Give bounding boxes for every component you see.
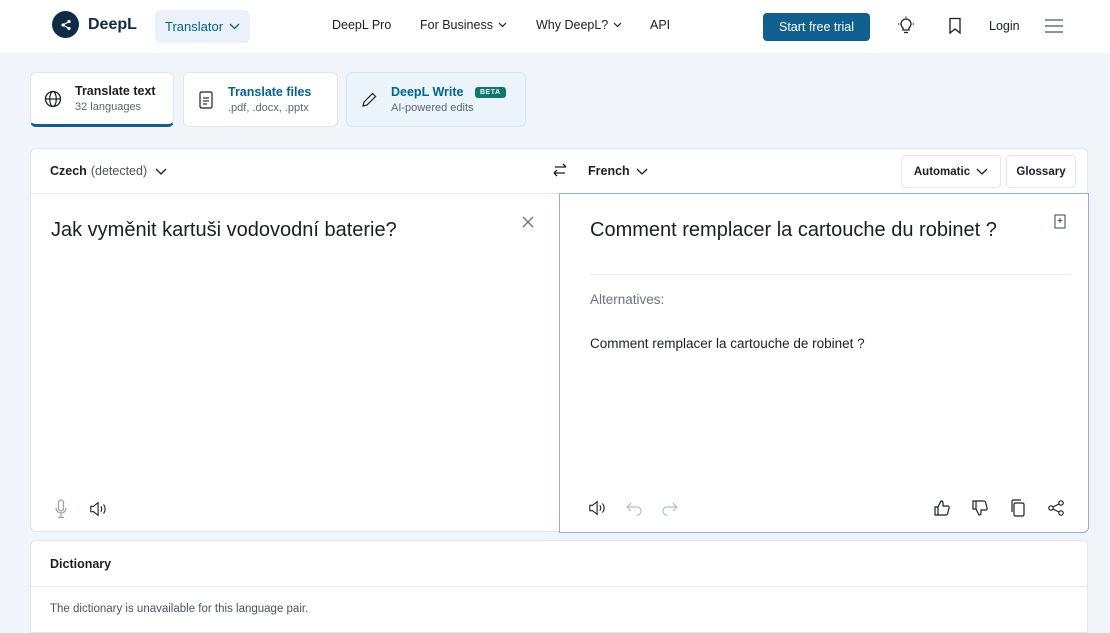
alternatives-label: Alternatives: (590, 292, 665, 307)
nav-why-deepl-label: Why DeepL? (536, 18, 609, 32)
swap-languages-icon[interactable] (551, 161, 569, 184)
thumbs-down-icon[interactable] (970, 498, 990, 518)
start-free-trial-button[interactable]: Start free trial (763, 13, 870, 41)
redo-icon[interactable] (660, 498, 680, 518)
target-output-area: Comment remplacer la cartouche du robine… (559, 193, 1089, 533)
dictionary-divider (31, 586, 1087, 587)
nav-api-label: API (650, 18, 671, 32)
top-navigation-bar: DeepL Translator DeepL Pro For Business … (0, 0, 1110, 53)
speaker-icon[interactable] (588, 498, 608, 518)
hamburger-menu-icon[interactable] (1042, 14, 1066, 38)
nav-api[interactable]: API (650, 18, 670, 32)
chevron-down-icon (613, 22, 622, 28)
deepl-logo[interactable]: DeepL (52, 11, 137, 38)
chevron-down-icon (976, 168, 988, 175)
translator-menu-button[interactable]: Translator (155, 10, 251, 43)
source-detected-label: (detected) (90, 164, 148, 178)
nav-for-business[interactable]: For Business (420, 18, 507, 32)
chevron-down-icon (498, 22, 507, 28)
tab-translate-files[interactable]: Translate files .pdf, .docx, .pptx (183, 72, 338, 127)
lightbulb-icon[interactable] (894, 14, 918, 38)
speaker-icon[interactable] (89, 499, 109, 519)
target-toolbar-right (932, 498, 1066, 518)
glossary-button[interactable]: Glossary (1006, 155, 1076, 188)
dictionary-title: Dictionary (50, 557, 112, 571)
chevron-down-icon (229, 23, 240, 30)
tab-deepl-write-subtitle: AI-powered edits (391, 102, 474, 114)
tab-translate-text-title: Translate text (75, 84, 156, 98)
source-text-input[interactable]: Jak vyměnit kartuši vodovodní baterie? (51, 219, 397, 242)
source-language-selector[interactable]: Czech (detected) (50, 164, 167, 178)
brand-name: DeepL (88, 15, 137, 33)
document-icon (184, 90, 228, 109)
tab-translate-text-subtitle: 32 languages (75, 101, 142, 113)
login-link[interactable]: Login (989, 19, 1020, 33)
target-toolbar-left (588, 498, 680, 518)
chevron-down-icon (636, 168, 648, 175)
translation-output[interactable]: Comment remplacer la cartouche du robine… (590, 219, 997, 242)
deepl-logo-icon (52, 11, 79, 38)
tab-deepl-write-title: DeepL Write (391, 85, 464, 99)
alternative-translation[interactable]: Comment remplacer la cartouche de robine… (590, 336, 865, 351)
source-toolbar (51, 499, 109, 519)
source-language-name: Czech (50, 164, 87, 178)
microphone-icon[interactable] (51, 499, 71, 519)
nav-deepl-pro-label: DeepL Pro (332, 18, 392, 32)
target-language-selector[interactable]: French (588, 164, 648, 178)
dictionary-panel: Dictionary The dictionary is unavailable… (30, 540, 1088, 633)
language-bar: Czech (detected) French Automatic Glossa… (31, 149, 1087, 194)
tab-translate-files-title: Translate files (228, 85, 312, 99)
close-icon[interactable] (521, 215, 535, 234)
beta-badge: BETA (474, 87, 506, 99)
tab-translate-text[interactable]: Translate text 32 languages (30, 72, 174, 127)
target-language-name: French (588, 164, 630, 178)
formality-dropdown[interactable]: Automatic (901, 155, 1001, 188)
share-icon[interactable] (1046, 498, 1066, 518)
nav-for-business-label: For Business (420, 18, 493, 32)
chevron-down-icon (155, 168, 167, 175)
globe-icon (31, 90, 75, 108)
translator-panel: Czech (detected) French Automatic Glossa… (30, 148, 1089, 533)
tab-translate-files-subtitle: .pdf, .docx, .pptx (228, 102, 309, 114)
copy-icon[interactable] (1008, 498, 1028, 518)
tab-deepl-write[interactable]: DeepL Write BETA AI-powered edits (346, 72, 526, 127)
bookmark-icon[interactable] (943, 14, 967, 38)
thumbs-up-icon[interactable] (932, 498, 952, 518)
undo-icon[interactable] (624, 498, 644, 518)
nav-why-deepl[interactable]: Why DeepL? (536, 18, 622, 32)
translator-menu-label: Translator (165, 19, 224, 34)
formality-label: Automatic (913, 165, 971, 178)
pen-icon (347, 91, 391, 109)
save-translation-icon[interactable] (1054, 214, 1066, 234)
output-divider (590, 274, 1070, 275)
dictionary-message: The dictionary is unavailable for this l… (50, 603, 309, 615)
nav-deepl-pro[interactable]: DeepL Pro (332, 18, 391, 32)
